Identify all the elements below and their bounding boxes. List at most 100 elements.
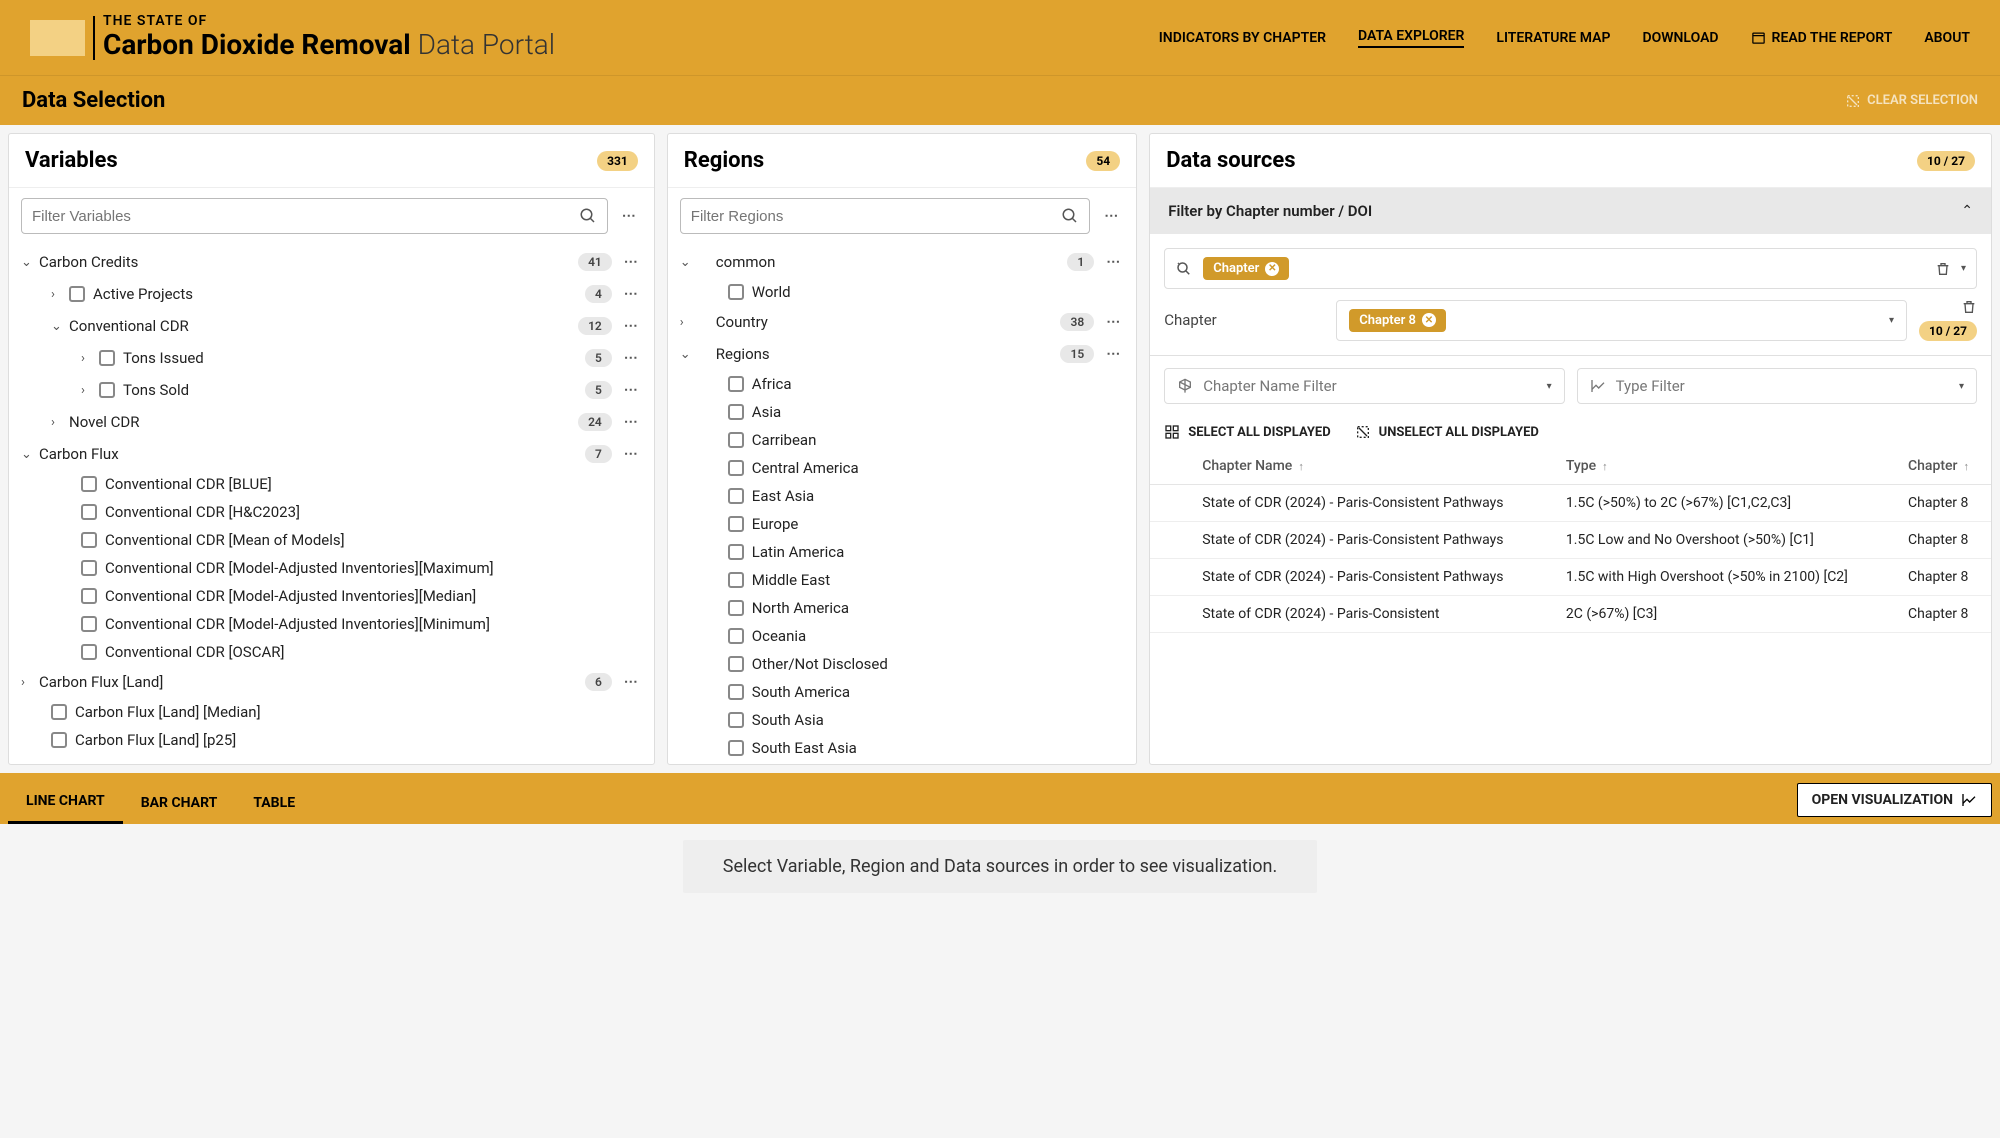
tree-group-conventional-cdr[interactable]: ⌄Conventional CDR12⋯ bbox=[9, 310, 654, 342]
checkbox[interactable] bbox=[81, 616, 97, 632]
filter-chip-chapter[interactable]: Chapter✕ bbox=[1203, 257, 1289, 280]
row-more[interactable]: ⋯ bbox=[620, 346, 644, 370]
nav-about[interactable]: ABOUT bbox=[1924, 30, 1970, 46]
checkbox[interactable] bbox=[81, 476, 97, 492]
tree-item[interactable]: Conventional CDR [Mean of Models] bbox=[9, 526, 654, 554]
checkbox[interactable] bbox=[728, 656, 744, 672]
trash-icon[interactable] bbox=[1935, 261, 1951, 277]
chip-remove-icon[interactable]: ✕ bbox=[1422, 313, 1436, 327]
filter-accordion-head[interactable]: Filter by Chapter number / DOI ⌃ bbox=[1150, 188, 1991, 234]
tree-item[interactable]: South Asia bbox=[668, 706, 1136, 734]
variables-search[interactable] bbox=[21, 198, 608, 234]
tree-group-carbon-flux[interactable]: ⌄Carbon Flux7⋯ bbox=[9, 438, 654, 470]
unselect-all-button[interactable]: UNSELECT ALL DISPLAYED bbox=[1355, 424, 1539, 440]
chevron-right-icon[interactable]: › bbox=[680, 315, 698, 330]
tree-item[interactable]: Middle East bbox=[668, 566, 1136, 594]
tree-group-regions[interactable]: ⌄Regions15⋯ bbox=[668, 338, 1136, 370]
tree-item[interactable]: Carribean bbox=[668, 426, 1136, 454]
table-row[interactable]: State of CDR (2024) - Paris-Consistent P… bbox=[1150, 559, 1991, 596]
checkbox[interactable] bbox=[728, 712, 744, 728]
th-chapter[interactable]: Chapter↑ bbox=[1896, 448, 1991, 485]
checkbox[interactable] bbox=[728, 460, 744, 476]
table-row[interactable]: State of CDR (2024) - Paris-Consistent P… bbox=[1150, 522, 1991, 559]
tree-item-tons-sold[interactable]: ›Tons Sold5⋯ bbox=[9, 374, 654, 406]
row-more[interactable]: ⋯ bbox=[620, 314, 644, 338]
chapter-name-filter-dropdown[interactable]: Chapter Name Filter ▾ bbox=[1164, 368, 1564, 404]
row-more[interactable]: ⋯ bbox=[1102, 310, 1126, 334]
row-more[interactable]: ⋯ bbox=[620, 282, 644, 306]
chevron-down-icon[interactable]: ⌄ bbox=[51, 319, 69, 334]
tree-item[interactable]: Conventional CDR [Model-Adjusted Invento… bbox=[9, 582, 654, 610]
tree-item[interactable]: Europe bbox=[668, 510, 1136, 538]
checkbox[interactable] bbox=[69, 286, 85, 302]
tree-item[interactable]: South America bbox=[668, 678, 1136, 706]
tree-item-tons-issued[interactable]: ›Tons Issued5⋯ bbox=[9, 342, 654, 374]
table-row[interactable]: State of CDR (2024) - Paris-Consistent2C… bbox=[1150, 596, 1991, 633]
checkbox[interactable] bbox=[728, 516, 744, 532]
row-more[interactable]: ⋯ bbox=[1102, 342, 1126, 366]
checkbox[interactable] bbox=[51, 704, 67, 720]
checkbox[interactable] bbox=[81, 644, 97, 660]
row-more[interactable]: ⋯ bbox=[620, 250, 644, 274]
regions-search[interactable] bbox=[680, 198, 1090, 234]
chevron-down-icon[interactable]: ⌄ bbox=[680, 347, 698, 362]
checkbox[interactable] bbox=[728, 376, 744, 392]
tree-item[interactable]: Africa bbox=[668, 370, 1136, 398]
checkbox[interactable] bbox=[728, 488, 744, 504]
chip-remove-icon[interactable]: ✕ bbox=[1265, 262, 1279, 276]
chevron-right-icon[interactable]: › bbox=[51, 415, 69, 430]
tree-group-carbon-credits[interactable]: ⌄Carbon Credits41⋯ bbox=[9, 246, 654, 278]
variables-search-input[interactable] bbox=[32, 208, 579, 225]
checkbox[interactable] bbox=[728, 684, 744, 700]
checkbox[interactable] bbox=[728, 572, 744, 588]
tree-item-active-projects[interactable]: ›Active Projects4⋯ bbox=[9, 278, 654, 310]
tree-item[interactable]: Latin America bbox=[668, 538, 1136, 566]
table-row[interactable]: State of CDR (2024) - Paris-Consistent P… bbox=[1150, 485, 1991, 522]
tree-item[interactable]: Other/Not Disclosed bbox=[668, 650, 1136, 678]
trash-icon[interactable] bbox=[1961, 299, 1977, 315]
checkbox[interactable] bbox=[81, 588, 97, 604]
nav-read-report[interactable]: READ THE REPORT bbox=[1751, 30, 1893, 46]
tree-item[interactable]: North America bbox=[668, 594, 1136, 622]
row-more[interactable]: ⋯ bbox=[1102, 250, 1126, 274]
tree-item[interactable]: Conventional CDR [Model-Adjusted Invento… bbox=[9, 554, 654, 582]
checkbox[interactable] bbox=[728, 284, 744, 300]
tab-table[interactable]: TABLE bbox=[235, 783, 313, 823]
dropdown-icon[interactable]: ▾ bbox=[1961, 263, 1966, 274]
tree-item-world[interactable]: World bbox=[668, 278, 1136, 306]
tree-item[interactable]: East Asia bbox=[668, 482, 1136, 510]
checkbox[interactable] bbox=[99, 382, 115, 398]
tree-item[interactable]: Conventional CDR [Model-Adjusted Invento… bbox=[9, 610, 654, 638]
checkbox[interactable] bbox=[99, 350, 115, 366]
chevron-down-icon[interactable]: ⌄ bbox=[21, 255, 39, 270]
checkbox[interactable] bbox=[81, 560, 97, 576]
chapter-dropdown[interactable]: Chapter 8✕ ▾ bbox=[1336, 300, 1907, 341]
tab-bar-chart[interactable]: BAR CHART bbox=[123, 783, 236, 823]
tree-item[interactable]: Carbon Flux [Land] [Median] bbox=[9, 698, 654, 726]
type-filter-dropdown[interactable]: Type Filter ▾ bbox=[1577, 368, 1977, 404]
th-chapter-name[interactable]: Chapter Name↑ bbox=[1190, 448, 1554, 485]
checkbox[interactable] bbox=[81, 504, 97, 520]
tree-item[interactable]: Conventional CDR [OSCAR] bbox=[9, 638, 654, 666]
chevron-right-icon[interactable]: › bbox=[21, 675, 39, 690]
nav-download[interactable]: DOWNLOAD bbox=[1642, 30, 1718, 46]
tree-group-country[interactable]: ›Country38⋯ bbox=[668, 306, 1136, 338]
row-more[interactable]: ⋯ bbox=[620, 378, 644, 402]
tree-group-common[interactable]: ⌄common1⋯ bbox=[668, 246, 1136, 278]
logo[interactable]: THE STATE OF Carbon Dioxide Removal Data… bbox=[30, 14, 555, 60]
checkbox[interactable] bbox=[51, 732, 67, 748]
tree-item[interactable]: Conventional CDR [BLUE] bbox=[9, 470, 654, 498]
checkbox[interactable] bbox=[728, 628, 744, 644]
row-more[interactable]: ⋯ bbox=[620, 670, 644, 694]
variables-more-button[interactable]: ⋯ bbox=[618, 204, 642, 228]
row-more[interactable]: ⋯ bbox=[620, 442, 644, 466]
dropdown-icon[interactable]: ▾ bbox=[1889, 315, 1894, 326]
tree-item[interactable]: Carbon Flux [Land] [p25] bbox=[9, 726, 654, 754]
tree-item-novel-cdr[interactable]: ›Novel CDR24⋯ bbox=[9, 406, 654, 438]
checkbox[interactable] bbox=[728, 740, 744, 756]
th-type[interactable]: Type↑ bbox=[1554, 448, 1896, 485]
tree-item[interactable]: Conventional CDR [H&C2023] bbox=[9, 498, 654, 526]
tree-item[interactable]: South East Asia bbox=[668, 734, 1136, 762]
tab-line-chart[interactable]: LINE CHART bbox=[8, 781, 123, 824]
filter-chip-chapter8[interactable]: Chapter 8✕ bbox=[1349, 309, 1446, 332]
